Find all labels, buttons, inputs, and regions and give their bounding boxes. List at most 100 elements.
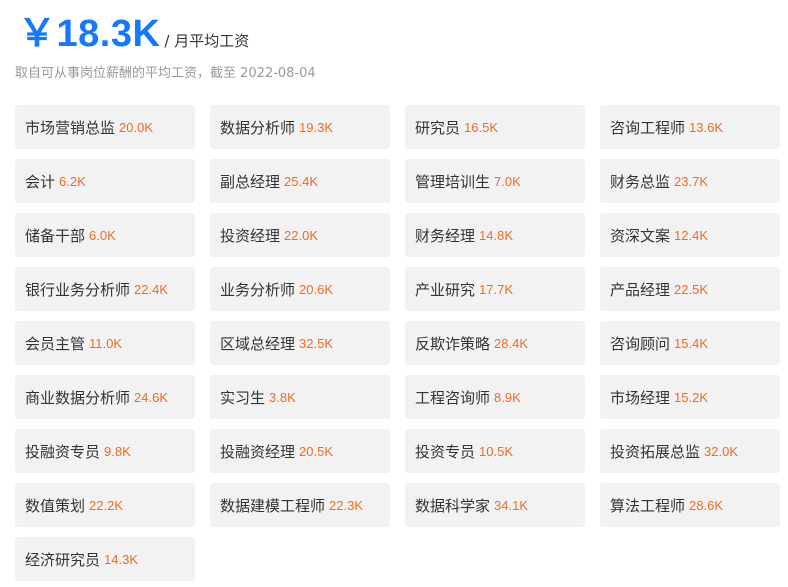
job-item[interactable]: 财务总监 23.7K [600, 159, 780, 203]
job-item[interactable]: 商业数据分析师 24.6K [15, 375, 195, 419]
job-name: 财务总监 [610, 172, 671, 191]
job-item[interactable]: 会计 6.2K [15, 159, 195, 203]
job-item[interactable]: 区域总经理 32.5K [210, 321, 390, 365]
job-salary: 22.3K [329, 497, 363, 513]
job-salary: 6.2K [59, 173, 86, 189]
job-salary: 6.0K [89, 227, 116, 243]
job-item[interactable]: 算法工程师 28.6K [600, 483, 780, 527]
job-item[interactable]: 副总经理 25.4K [210, 159, 390, 203]
job-item[interactable]: 投融资专员 9.8K [15, 429, 195, 473]
job-salary: 14.8K [479, 227, 513, 243]
job-item[interactable]: 投资专员 10.5K [405, 429, 585, 473]
job-item[interactable]: 研究员 16.5K [405, 105, 585, 149]
job-item[interactable]: 投资拓展总监 32.0K [600, 429, 780, 473]
job-name: 管理培训生 [415, 172, 491, 191]
job-salary: 20.6K [299, 281, 333, 297]
job-name: 投资拓展总监 [610, 442, 701, 461]
job-name: 储备干部 [25, 226, 86, 245]
job-name: 数据科学家 [415, 496, 491, 515]
job-name: 市场营销总监 [25, 118, 116, 137]
job-salary: 22.0K [284, 227, 318, 243]
job-item[interactable]: 资深文案 12.4K [600, 213, 780, 257]
job-item[interactable]: 实习生 3.8K [210, 375, 390, 419]
job-name: 实习生 [220, 388, 266, 407]
job-name: 区域总经理 [220, 334, 296, 353]
job-name: 市场经理 [610, 388, 671, 407]
source-note: 取自可从事岗位薪酬的平均工资，截至 2022-08-04 [15, 66, 316, 81]
job-salary: 22.5K [674, 281, 708, 297]
job-salary: 11.0K [89, 335, 123, 351]
job-salary: 19.3K [299, 119, 333, 135]
job-salary: 15.2K [674, 389, 708, 405]
job-item[interactable]: 产业研究 17.7K [405, 267, 585, 311]
job-name: 算法工程师 [610, 496, 686, 515]
job-name: 数据分析师 [220, 118, 296, 137]
average-salary-value: ￥18.3K [18, 13, 161, 55]
job-salary: 32.0K [704, 443, 738, 459]
job-name: 财务经理 [415, 226, 476, 245]
salary-header: ￥18.3K / 月平均工资 [18, 6, 249, 56]
job-item[interactable]: 财务经理 14.8K [405, 213, 585, 257]
job-salary: 9.8K [104, 443, 131, 459]
job-salary: 20.0K [119, 119, 153, 135]
job-salary: 24.6K [134, 389, 168, 405]
job-name: 投融资经理 [220, 442, 296, 461]
job-name: 咨询工程师 [610, 118, 686, 137]
job-name: 投资经理 [220, 226, 281, 245]
job-name: 业务分析师 [220, 280, 296, 299]
job-salary: 12.4K [674, 227, 708, 243]
job-salary: 8.9K [494, 389, 521, 405]
job-item[interactable]: 数据建模工程师 22.3K [210, 483, 390, 527]
job-item[interactable]: 银行业务分析师 22.4K [15, 267, 195, 311]
job-name: 会计 [25, 172, 56, 191]
job-item[interactable]: 数值策划 22.2K [15, 483, 195, 527]
job-item[interactable]: 数据分析师 19.3K [210, 105, 390, 149]
job-item[interactable]: 市场营销总监 20.0K [15, 105, 195, 149]
job-name: 投融资专员 [25, 442, 101, 461]
job-name: 研究员 [415, 118, 461, 137]
job-item[interactable]: 投融资经理 20.5K [210, 429, 390, 473]
job-item[interactable]: 咨询顾问 15.4K [600, 321, 780, 365]
job-salary-grid: 市场营销总监 20.0K 数据分析师 19.3K 研究员 16.5K 咨询工程师 13.6K 会… [15, 105, 780, 581]
job-name: 数据建模工程师 [220, 496, 326, 515]
job-name: 会员主管 [25, 334, 86, 353]
job-item[interactable]: 储备干部 6.0K [15, 213, 195, 257]
job-salary: 14.3K [104, 551, 138, 567]
job-item[interactable]: 反欺诈策略 28.4K [405, 321, 585, 365]
job-salary: 23.7K [674, 173, 708, 189]
job-salary: 15.4K [674, 335, 708, 351]
job-salary: 7.0K [494, 173, 521, 189]
job-name: 投资专员 [415, 442, 476, 461]
job-salary: 32.5K [299, 335, 333, 351]
job-name: 产品经理 [610, 280, 671, 299]
job-salary: 34.1K [494, 497, 528, 513]
job-salary: 13.6K [689, 119, 723, 135]
job-name: 产业研究 [415, 280, 476, 299]
job-item[interactable]: 市场经理 15.2K [600, 375, 780, 419]
job-salary: 20.5K [299, 443, 333, 459]
job-item[interactable]: 产品经理 22.5K [600, 267, 780, 311]
job-salary: 17.7K [479, 281, 513, 297]
job-name: 商业数据分析师 [25, 388, 131, 407]
job-salary: 28.6K [689, 497, 723, 513]
job-salary: 25.4K [284, 173, 318, 189]
job-item[interactable]: 会员主管 11.0K [15, 321, 195, 365]
job-name: 银行业务分析师 [25, 280, 131, 299]
job-item[interactable]: 咨询工程师 13.6K [600, 105, 780, 149]
job-salary: 22.2K [89, 497, 123, 513]
job-name: 经济研究员 [25, 550, 101, 569]
job-name: 副总经理 [220, 172, 281, 191]
job-name: 咨询顾问 [610, 334, 671, 353]
job-item[interactable]: 管理培训生 7.0K [405, 159, 585, 203]
job-item[interactable]: 工程咨询师 8.9K [405, 375, 585, 419]
job-item[interactable]: 投资经理 22.0K [210, 213, 390, 257]
job-name: 反欺诈策略 [415, 334, 491, 353]
average-salary-unit: / 月平均工资 [164, 32, 250, 50]
job-item[interactable]: 经济研究员 14.3K [15, 537, 195, 581]
job-item[interactable]: 数据科学家 34.1K [405, 483, 585, 527]
job-name: 工程咨询师 [415, 388, 491, 407]
job-item[interactable]: 业务分析师 20.6K [210, 267, 390, 311]
job-salary: 22.4K [134, 281, 168, 297]
job-salary: 10.5K [479, 443, 513, 459]
job-salary: 28.4K [494, 335, 528, 351]
